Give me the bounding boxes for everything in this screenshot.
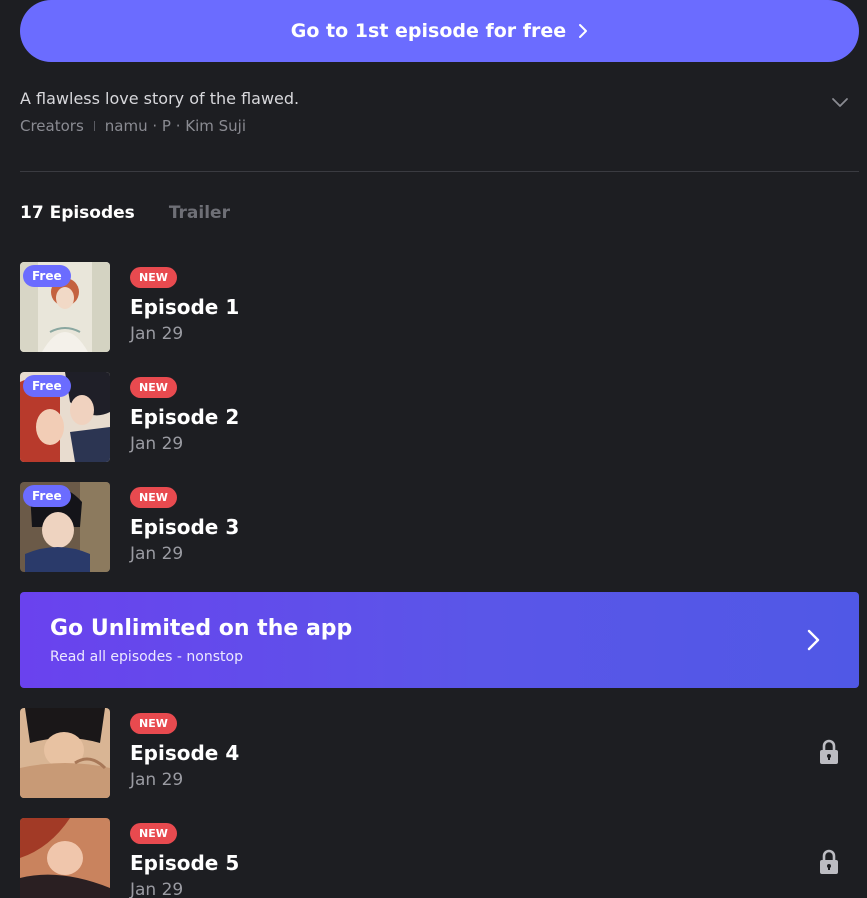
episode-row[interactable]: Free NEW Episode 1 Jan 29 [20, 262, 859, 352]
new-badge: NEW [130, 377, 177, 398]
lock-icon [818, 739, 840, 765]
go-unlimited-banner[interactable]: Go Unlimited on the app Read all episode… [20, 592, 859, 688]
chevron-right-icon [806, 628, 822, 652]
episode-tabs: 17 Episodes Trailer [20, 203, 230, 223]
episode-thumbnail: Free [20, 372, 110, 462]
episode-title: Episode 4 [130, 741, 240, 765]
series-description: A flawless love story of the flawed. [20, 89, 300, 108]
new-badge: NEW [130, 487, 177, 508]
episode-row[interactable]: NEW Episode 5 Jan 29 [20, 818, 859, 898]
divider [20, 171, 859, 172]
creators-line: Creators namu · P · Kim Suji [20, 117, 246, 135]
cta-label: Go to 1st episode for free [290, 20, 567, 42]
free-badge: Free [23, 265, 71, 287]
episode-row[interactable]: Free NEW Episode 3 Jan 29 [20, 482, 859, 572]
episode-title: Episode 1 [130, 295, 240, 319]
episode-date: Jan 29 [130, 544, 184, 564]
new-badge: NEW [130, 267, 177, 288]
tab-trailer[interactable]: Trailer [169, 203, 230, 223]
free-badge: Free [23, 375, 71, 397]
episode-row[interactable]: Free NEW Episode 2 Jan 29 [20, 372, 859, 462]
episode-thumbnail: Free [20, 262, 110, 352]
chevron-down-icon[interactable] [830, 94, 850, 110]
episode-date: Jan 29 [130, 434, 184, 454]
episode-date: Jan 29 [130, 880, 184, 898]
episode-thumbnail: Free [20, 482, 110, 572]
creators-names: namu · P · Kim Suji [104, 117, 246, 135]
lock-icon [818, 849, 840, 875]
unlimited-title: Go Unlimited on the app [50, 616, 353, 641]
series-page: Go to 1st episode for free A flawless lo… [0, 0, 867, 898]
creators-separator [93, 121, 95, 131]
creators-label: Creators [20, 117, 84, 135]
free-badge: Free [23, 485, 71, 507]
new-badge: NEW [130, 823, 177, 844]
episode-date: Jan 29 [130, 324, 184, 344]
episode-thumbnail [20, 708, 110, 798]
episode-title: Episode 3 [130, 515, 240, 539]
episode-title: Episode 2 [130, 405, 240, 429]
unlimited-subtitle: Read all episodes - nonstop [50, 649, 243, 665]
tab-episodes[interactable]: 17 Episodes [20, 203, 135, 223]
new-badge: NEW [130, 713, 177, 734]
episode-date: Jan 29 [130, 770, 184, 790]
episode-row[interactable]: NEW Episode 4 Jan 29 [20, 708, 859, 798]
episode-thumbnail [20, 818, 110, 898]
episode-title: Episode 5 [130, 851, 240, 875]
chevron-right-icon [578, 23, 588, 39]
first-episode-free-button[interactable]: Go to 1st episode for free [20, 0, 859, 62]
